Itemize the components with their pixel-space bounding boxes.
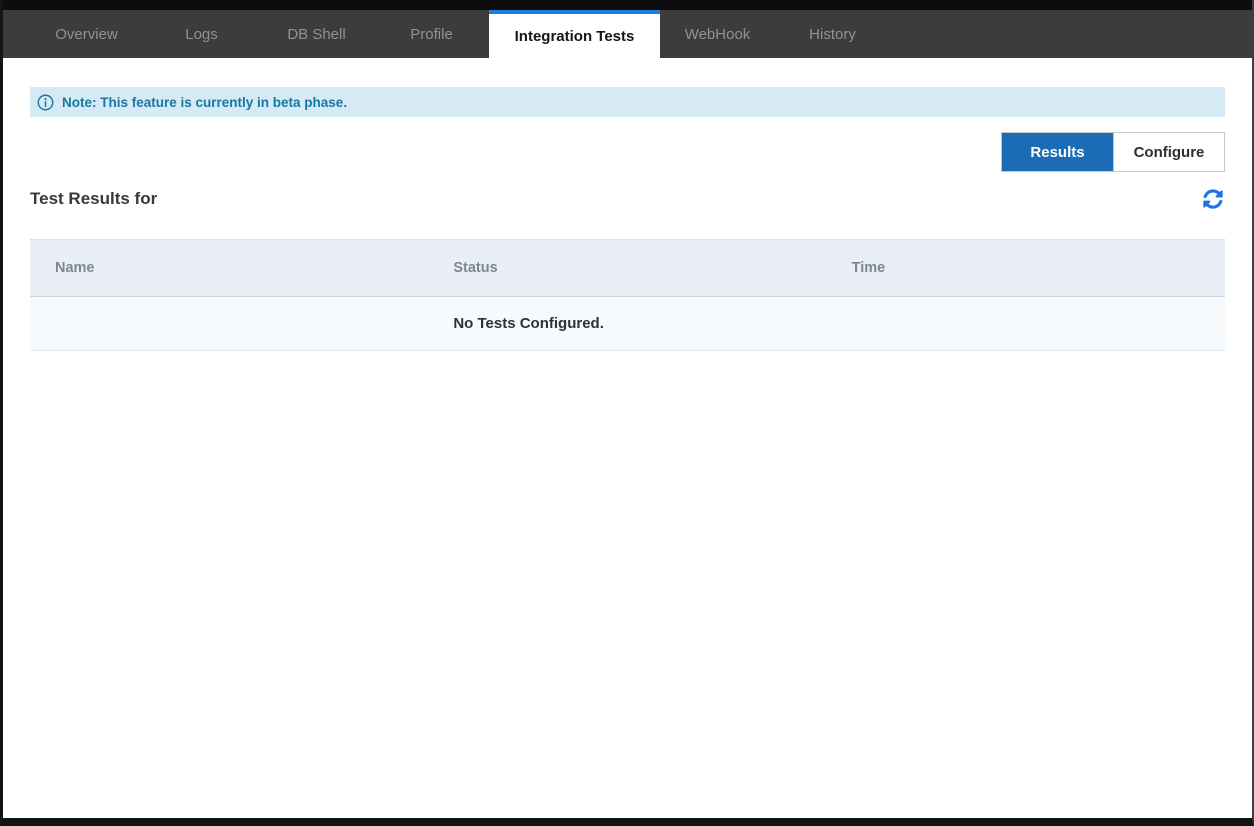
empty-state-text: No Tests Configured. [428, 297, 826, 351]
page-title: Test Results for [30, 189, 157, 209]
tab-logs[interactable]: Logs [144, 10, 259, 58]
results-button[interactable]: Results [1002, 133, 1113, 171]
window-top-bar [3, 0, 1252, 10]
column-header-status: Status [428, 240, 826, 297]
column-header-time: Time [827, 240, 1225, 297]
tab-bar: Overview Logs DB Shell Profile Integrati… [3, 10, 1252, 58]
tab-integration-tests[interactable]: Integration Tests [489, 10, 660, 58]
tab-db-shell[interactable]: DB Shell [259, 10, 374, 58]
configure-button[interactable]: Configure [1113, 133, 1224, 171]
tab-history[interactable]: History [775, 10, 890, 58]
page-content: Note: This feature is currently in beta … [3, 87, 1252, 351]
tab-overview[interactable]: Overview [29, 10, 144, 58]
window-frame: Overview Logs DB Shell Profile Integrati… [0, 0, 1254, 826]
info-icon [37, 94, 54, 111]
test-results-table: Name Status Time No Tests Configured. [30, 239, 1225, 351]
tab-webhook[interactable]: WebHook [660, 10, 775, 58]
beta-note-text: Note: This feature is currently in beta … [62, 95, 347, 110]
view-toggle-row: Results Configure [30, 132, 1225, 172]
refresh-button[interactable] [1203, 189, 1223, 209]
table-header-row: Name Status Time [30, 240, 1225, 297]
beta-note-banner: Note: This feature is currently in beta … [30, 87, 1225, 117]
results-heading-row: Test Results for [30, 188, 1225, 210]
view-toggle-group: Results Configure [1001, 132, 1225, 172]
tab-profile[interactable]: Profile [374, 10, 489, 58]
refresh-icon [1203, 189, 1223, 209]
empty-cell-name [30, 297, 428, 351]
column-header-name: Name [30, 240, 428, 297]
empty-cell-time [827, 297, 1225, 351]
table-empty-row: No Tests Configured. [30, 297, 1225, 351]
